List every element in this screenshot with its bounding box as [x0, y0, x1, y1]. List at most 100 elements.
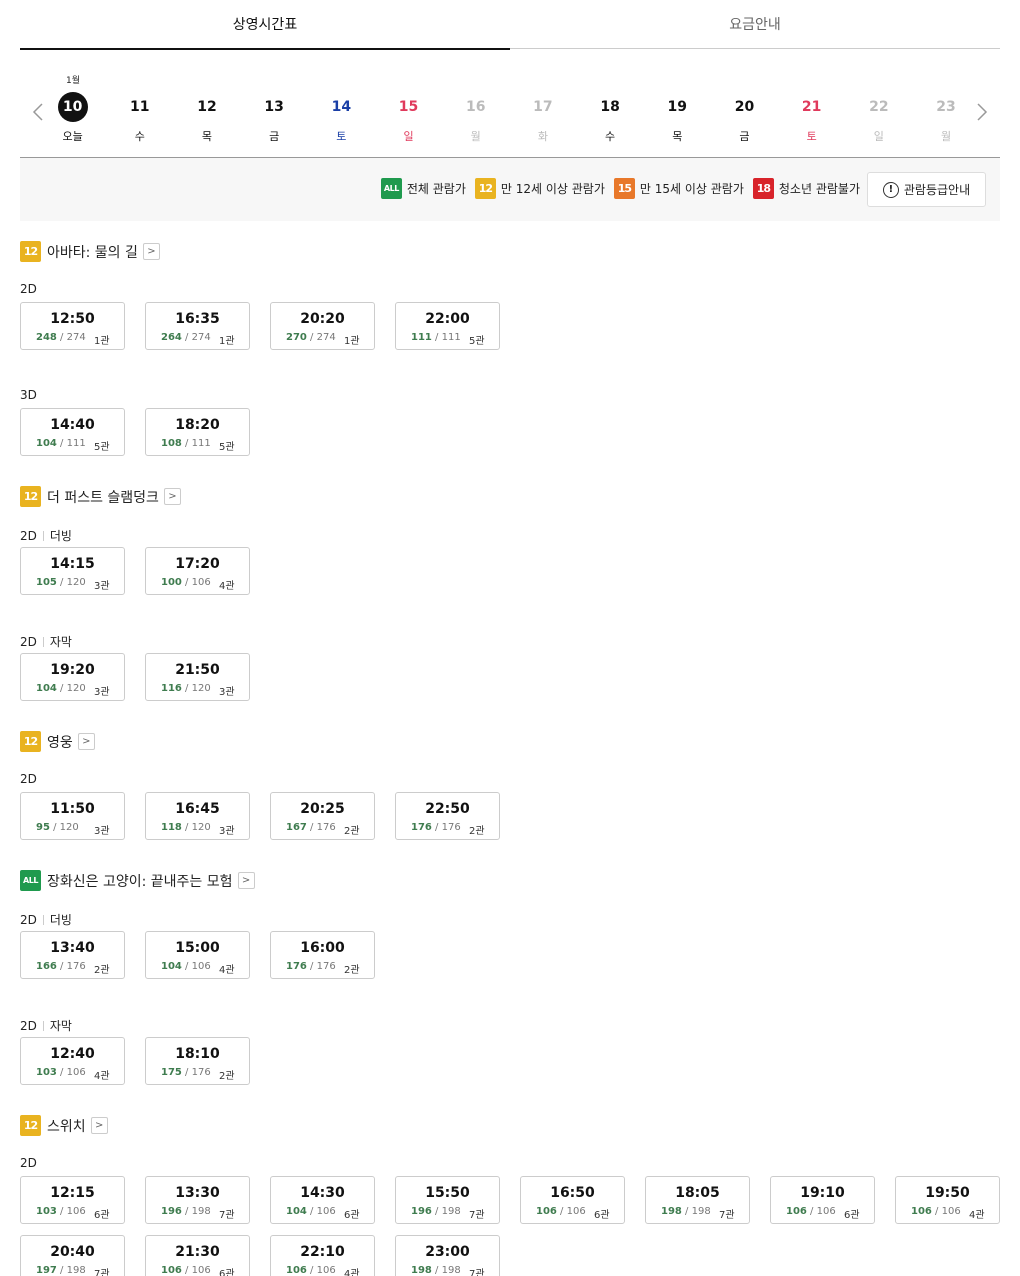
- showtime-button[interactable]: 18:05 198 / 198 7관: [645, 1176, 750, 1224]
- showtime-button[interactable]: 22:00 111 / 111 5관: [395, 302, 500, 350]
- date-item[interactable]: 16 월: [442, 92, 509, 144]
- showtime-button[interactable]: 21:30 106 / 106 6관: [145, 1235, 250, 1276]
- info-icon: !: [882, 181, 899, 198]
- date-item[interactable]: 21 토: [778, 92, 845, 144]
- showtime-button[interactable]: 15:50 196 / 198 7관: [395, 1176, 500, 1224]
- rating-r12-icon: 12: [20, 241, 41, 262]
- showtime-button[interactable]: 20:20 270 / 274 1관: [270, 302, 375, 350]
- rating-legend: ALL 전체 관람가 12 만 12세 이상 관람가 15 만 15세 이상 관람가 18 청…: [20, 158, 1000, 221]
- showtime-button[interactable]: 16:45 118 / 120 3관: [145, 792, 250, 840]
- date-number: 21: [801, 99, 822, 115]
- date-item[interactable]: 22 일: [845, 92, 912, 144]
- chevron-right-icon[interactable]: >: [77, 733, 95, 750]
- date-number: 17: [533, 99, 553, 115]
- seat-count: 196 / 198: [161, 1206, 211, 1217]
- date-item[interactable]: 14 토: [308, 92, 375, 144]
- showtime-button[interactable]: 21:50 116 / 120 3관: [145, 653, 250, 701]
- showtime-button[interactable]: 19:50 106 / 106 4관: [895, 1176, 1000, 1224]
- showtime-button[interactable]: 20:40 197 / 198 7관: [20, 1235, 125, 1276]
- total-seats: / 176: [56, 961, 86, 972]
- seat-count: 198 / 198: [661, 1206, 711, 1217]
- chevron-right-icon[interactable]: >: [142, 243, 160, 260]
- showtime: 18:20: [175, 417, 220, 433]
- showtime: 11:50: [50, 801, 95, 817]
- date-item[interactable]: 12 목: [173, 92, 240, 144]
- format-language: 자막: [49, 1019, 72, 1033]
- showtime-button[interactable]: 16:00 176 / 176 2관: [270, 931, 375, 979]
- showtime-button[interactable]: 17:20 100 / 106 4관: [145, 547, 250, 595]
- available-seats: 196: [411, 1206, 432, 1217]
- showtime-button[interactable]: 22:50 176 / 176 2관: [395, 792, 500, 840]
- date-item[interactable]: 18 수: [577, 92, 644, 144]
- showtime-button[interactable]: 22:10 106 / 106 4관: [270, 1235, 375, 1276]
- date-item[interactable]: 10 오늘: [39, 92, 106, 144]
- hall-name: 7관: [469, 1269, 485, 1276]
- date-item[interactable]: 17 화: [509, 92, 576, 144]
- showtime: 18:05: [675, 1185, 720, 1201]
- showtime-button[interactable]: 16:50 106 / 106 6관: [520, 1176, 625, 1224]
- date-weekday: 화: [537, 130, 548, 143]
- total-seats: / 106: [306, 1206, 336, 1217]
- format-label: 2D: [20, 772, 37, 786]
- available-seats: 176: [286, 961, 307, 972]
- date-item[interactable]: 20 금: [711, 92, 778, 144]
- showtime-button[interactable]: 14:40 104 / 111 5관: [20, 408, 125, 456]
- showtime-button[interactable]: 18:10 175 / 176 2관: [145, 1037, 250, 1085]
- showtime-button[interactable]: 12:50 248 / 274 1관: [20, 302, 125, 350]
- format-label: 2D 자막: [20, 1017, 72, 1034]
- hall-name: 1관: [344, 336, 360, 347]
- showtime-button[interactable]: 13:40 166 / 176 2관: [20, 931, 125, 979]
- legend-item: 12 만 12세 이상 관람가: [474, 178, 605, 199]
- showtime: 15:00: [175, 940, 220, 956]
- movie-title[interactable]: ALL 장화신은 고양이: 끝내주는 모험 >: [20, 870, 255, 891]
- showtime-button[interactable]: 14:15 105 / 120 3관: [20, 547, 125, 595]
- date-item[interactable]: 11 수: [106, 92, 173, 144]
- date-item[interactable]: 13 금: [241, 92, 308, 144]
- movie-title[interactable]: 12 스위치 >: [20, 1115, 108, 1136]
- showtime-button[interactable]: 13:30 196 / 198 7관: [145, 1176, 250, 1224]
- date-item[interactable]: 15 일: [375, 92, 442, 144]
- seat-count: 106 / 106: [286, 1265, 336, 1276]
- rating-guide-button[interactable]: ! 관람등급안내: [867, 172, 986, 207]
- total-seats: / 120: [181, 683, 211, 694]
- showtime-button[interactable]: 20:25 167 / 176 2관: [270, 792, 375, 840]
- tab-bar: 상영시간표 요금안내: [20, 0, 1000, 50]
- showtime-button[interactable]: 19:10 106 / 106 6관: [770, 1176, 875, 1224]
- total-seats: / 106: [181, 577, 211, 588]
- hall-name: 1관: [219, 336, 235, 347]
- format-type: 2D: [20, 772, 37, 786]
- date-item[interactable]: 19 목: [644, 92, 711, 144]
- chevron-right-icon[interactable]: >: [90, 1117, 108, 1134]
- movie-title[interactable]: 12 아바타: 물의 길 >: [20, 241, 160, 262]
- format-label: 2D 자막: [20, 633, 72, 650]
- chevron-right-icon[interactable]: >: [163, 488, 181, 505]
- showtime-button[interactable]: 23:00 198 / 198 7관: [395, 1235, 500, 1276]
- date-list: 10 오늘 11 수 12 목 13 금 14 토 15 일 16 월 17 화 18 수 19 목 20 금 21 토 22 일…: [39, 92, 980, 144]
- hall-name: 6관: [844, 1210, 860, 1221]
- movie-title[interactable]: 12 더 퍼스트 슬램덩크 >: [20, 486, 181, 507]
- chevron-right-icon[interactable]: >: [237, 872, 255, 889]
- date-item[interactable]: 23 월: [912, 92, 979, 144]
- date-number: 18: [600, 99, 620, 115]
- showtime: 18:10: [175, 1046, 220, 1062]
- seat-count: 103 / 106: [36, 1067, 86, 1078]
- showtime-button[interactable]: 11:50 95 / 120 3관: [20, 792, 125, 840]
- movie-title[interactable]: 12 영웅 >: [20, 731, 95, 752]
- showtime-button[interactable]: 16:35 264 / 274 1관: [145, 302, 250, 350]
- rating-r12-icon: 12: [20, 486, 41, 507]
- date-weekday: 금: [269, 130, 280, 143]
- available-seats: 175: [161, 1067, 182, 1078]
- hall-name: 5관: [94, 442, 110, 453]
- showtime-button[interactable]: 12:40 103 / 106 4관: [20, 1037, 125, 1085]
- hall-name: 4관: [219, 581, 235, 592]
- next-dates-button[interactable]: [974, 102, 990, 122]
- tab-pricing[interactable]: 요금안내: [510, 0, 1000, 49]
- available-seats: 106: [161, 1265, 182, 1276]
- format-label: 2D: [20, 282, 37, 296]
- tab-schedule[interactable]: 상영시간표: [20, 0, 510, 50]
- showtime-button[interactable]: 12:15 103 / 106 6관: [20, 1176, 125, 1224]
- showtime-button[interactable]: 19:20 104 / 120 3관: [20, 653, 125, 701]
- showtime-button[interactable]: 18:20 108 / 111 5관: [145, 408, 250, 456]
- showtime-button[interactable]: 15:00 104 / 106 4관: [145, 931, 250, 979]
- showtime-button[interactable]: 14:30 104 / 106 6관: [270, 1176, 375, 1224]
